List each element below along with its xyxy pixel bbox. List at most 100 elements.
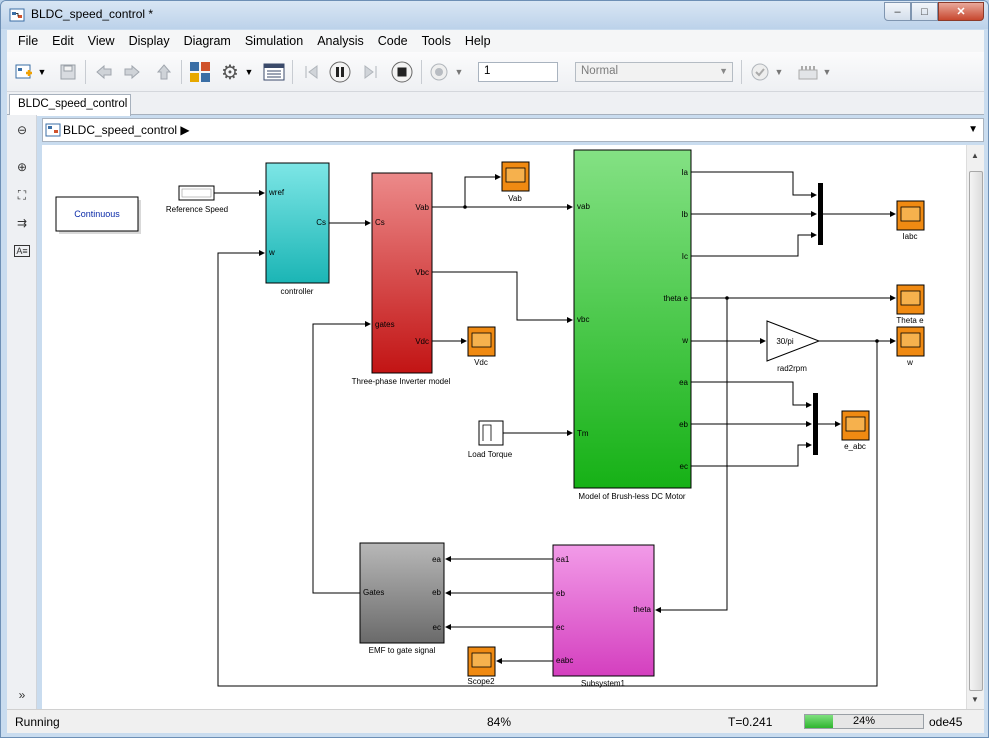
- scope2[interactable]: Scope2: [467, 646, 496, 686]
- advisor-dropdown-arrow[interactable]: ▼: [773, 61, 785, 83]
- record-dropdown-arrow[interactable]: ▼: [453, 61, 465, 83]
- route-lines-button[interactable]: ⇉: [14, 215, 30, 231]
- menu-view[interactable]: View: [81, 31, 122, 51]
- close-button[interactable]: ✕: [938, 2, 984, 21]
- motor-port-vab: vab: [577, 202, 590, 211]
- subsystem-port-ea1: ea1: [556, 555, 570, 564]
- tab-bldc-speed-control[interactable]: BLDC_speed_control: [9, 94, 131, 116]
- controller-label: controller: [281, 287, 314, 296]
- scroll-up-icon[interactable]: ▲: [971, 151, 979, 160]
- inverter-block[interactable]: Cs gates Vab Vbc Vdc Three-phase Inverte…: [352, 172, 451, 386]
- collapse-icon: ⊖: [16, 123, 28, 137]
- zoom-button[interactable]: ⊕: [14, 159, 30, 175]
- subsystem1-block[interactable]: ea1 eb ec eabc theta Subsystem1: [552, 544, 655, 688]
- step-back-button[interactable]: [300, 61, 322, 83]
- chevron-down-icon: ▼: [37, 67, 47, 77]
- inverter-label: Three-phase Inverter model: [352, 377, 451, 386]
- motor-port-w: w: [681, 336, 688, 345]
- left-palette: ⊖ ⊕ ⛶ ⇉ A≡ »: [7, 115, 37, 709]
- w-scope[interactable]: w: [896, 326, 925, 367]
- up-button[interactable]: [153, 61, 175, 83]
- vertical-scrollbar[interactable]: ▲ ▼: [966, 145, 984, 709]
- motor-block[interactable]: vab vbc Tm Ia Ib Ic theta e w ea eb ec M…: [573, 149, 692, 501]
- menu-bar: File Edit View Display Diagram Simulatio…: [7, 30, 984, 52]
- block-diagram[interactable]: Continuous Reference Speed wref w Cs con…: [42, 145, 966, 709]
- breadcrumb-model[interactable]: BLDC_speed_control: [63, 123, 177, 137]
- forward-button[interactable]: [121, 61, 143, 83]
- menu-tools[interactable]: Tools: [415, 31, 458, 51]
- new-dropdown-arrow[interactable]: ▼: [36, 61, 48, 83]
- library-browser-button[interactable]: [189, 61, 211, 83]
- build-button[interactable]: [797, 61, 819, 83]
- emf-to-gate-block[interactable]: Gates ea eb ec EMF to gate signal: [359, 542, 445, 655]
- step-forward-button[interactable]: [360, 61, 382, 83]
- continuous-block[interactable]: Continuous: [55, 196, 141, 234]
- theta-e-scope[interactable]: Theta e: [896, 284, 925, 325]
- vdc-scope[interactable]: Vdc: [467, 326, 496, 367]
- fit-view-button[interactable]: ⛶: [14, 187, 30, 203]
- model-icon: [45, 123, 61, 137]
- e-abc-scope-label: e_abc: [844, 442, 866, 451]
- subsystem-port-eb: eb: [556, 589, 565, 598]
- menu-diagram[interactable]: Diagram: [177, 31, 238, 51]
- stop-button[interactable]: [391, 61, 413, 83]
- stop-time-input[interactable]: 1: [478, 62, 558, 82]
- rad2rpm-gain[interactable]: 30/pi rad2rpm: [766, 320, 821, 373]
- breadcrumb[interactable]: BLDC_speed_control ▶: [63, 123, 190, 137]
- eabc-mux[interactable]: [813, 393, 818, 455]
- e-abc-scope[interactable]: e_abc: [841, 410, 870, 451]
- config-dropdown-arrow[interactable]: ▼: [243, 61, 255, 83]
- step-forward-icon: [364, 65, 377, 79]
- menu-code[interactable]: Code: [371, 31, 415, 51]
- address-bar[interactable]: BLDC_speed_control ▶ ▼: [42, 118, 984, 142]
- model-config-button[interactable]: ⚙: [219, 61, 241, 84]
- menu-display[interactable]: Display: [122, 31, 177, 51]
- minimize-button[interactable]: ‒: [884, 2, 911, 21]
- back-button[interactable]: [93, 61, 115, 83]
- controller-block[interactable]: wref w Cs controller: [265, 162, 330, 296]
- solver-name[interactable]: ode45: [929, 715, 962, 729]
- maximize-button[interactable]: □: [911, 2, 938, 21]
- close-icon: ✕: [956, 6, 966, 18]
- build-dropdown-arrow[interactable]: ▼: [821, 61, 833, 83]
- reference-speed-label: Reference Speed: [166, 205, 228, 214]
- chevron-down-icon: ▼: [822, 67, 832, 77]
- iabc-mux[interactable]: [818, 183, 823, 245]
- app-window: BLDC_speed_control * ‒ □ ✕ File Edit Vie…: [0, 0, 989, 738]
- simulation-mode-select[interactable]: Normal ▼: [575, 62, 733, 82]
- simulation-progress-bar: 24%: [804, 714, 924, 729]
- simulation-mode-value: Normal: [581, 65, 619, 77]
- expand-palette-button[interactable]: »: [14, 687, 30, 703]
- iabc-scope[interactable]: Iabc: [896, 200, 925, 241]
- breadcrumb-arrow-icon: ▶: [180, 123, 190, 137]
- fit-to-view-icon: ⛶: [17, 187, 27, 202]
- title-bar[interactable]: BLDC_speed_control * ‒ □ ✕: [1, 1, 988, 29]
- arrows-icon: ⇉: [16, 216, 28, 230]
- menu-analysis[interactable]: Analysis: [310, 31, 371, 51]
- pause-button[interactable]: [329, 61, 351, 83]
- save-button[interactable]: [57, 61, 79, 83]
- hide-explorer-button[interactable]: ⊖: [14, 122, 30, 138]
- annotation-button[interactable]: A≡: [14, 243, 30, 259]
- menu-help[interactable]: Help: [458, 31, 498, 51]
- chevron-down-icon[interactable]: ▼: [968, 124, 978, 135]
- arrow-right-icon: [124, 64, 140, 80]
- menu-simulation[interactable]: Simulation: [238, 31, 310, 51]
- scroll-down-icon[interactable]: ▼: [971, 695, 979, 704]
- scrollbar-thumb[interactable]: [969, 171, 983, 691]
- library-browser-icon: [190, 62, 210, 82]
- vab-scope[interactable]: Vab: [501, 161, 530, 203]
- text-annotation-icon: A≡: [14, 245, 30, 257]
- record-button[interactable]: [428, 61, 450, 83]
- menu-edit[interactable]: Edit: [45, 31, 81, 51]
- model-advisor-button[interactable]: [749, 61, 771, 83]
- load-torque-block[interactable]: Load Torque: [468, 420, 513, 459]
- new-model-button[interactable]: [13, 61, 35, 83]
- save-icon: [60, 64, 76, 80]
- simulink-model-icon: [9, 8, 25, 22]
- model-explorer-button[interactable]: [263, 61, 285, 83]
- reference-speed-block[interactable]: Reference Speed: [166, 185, 228, 214]
- motor-port-ib: Ib: [681, 210, 688, 219]
- diagram-canvas[interactable]: Continuous Reference Speed wref w Cs con…: [42, 145, 966, 709]
- menu-file[interactable]: File: [11, 31, 45, 51]
